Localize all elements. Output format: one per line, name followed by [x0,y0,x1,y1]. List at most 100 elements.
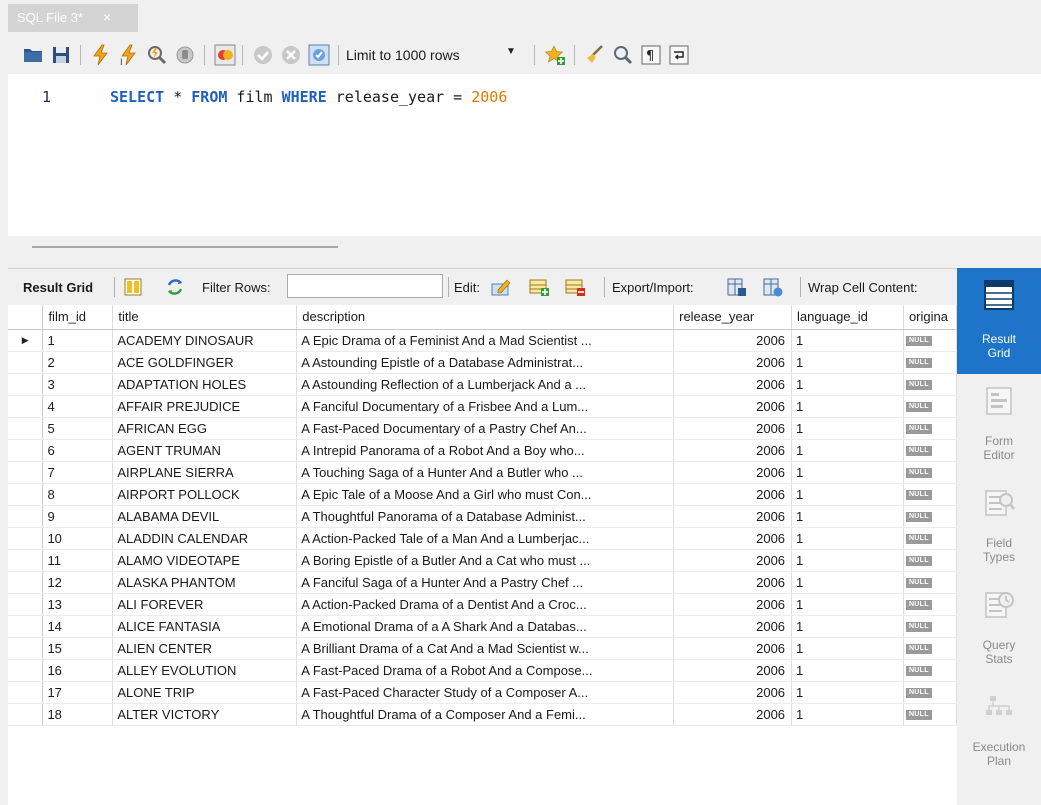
cell-original-language[interactable]: NULL [903,461,957,484]
column-header-film-id[interactable]: film_id [42,305,114,330]
insert-row-icon[interactable] [528,276,550,298]
cell-language-id[interactable]: 1 [791,461,904,484]
cell-language-id[interactable]: 1 [791,615,904,638]
cell-original-language[interactable]: NULL [903,439,957,462]
table-row[interactable]: 11 ALAMO VIDEOTAPE A Boring Epistle of a B… [8,549,957,572]
sql-editor[interactable]: 1 SELECT * FROM film WHERE release_year … [8,74,1041,236]
cell-film-id[interactable]: 6 [42,439,114,462]
column-header-description[interactable]: description [296,305,675,330]
result-grid-label[interactable]: Result Grid [23,280,93,295]
cell-release-year[interactable]: 2006 [673,681,793,704]
cell-film-id[interactable]: 7 [42,461,114,484]
explain-icon[interactable] [146,44,168,66]
cell-description[interactable]: A Emotional Drama of a A Shark And a Dat… [296,615,675,638]
side-query-stats-button[interactable]: Query Stats [957,578,1041,682]
cell-release-year[interactable]: 2006 [673,373,793,396]
cell-title[interactable]: ALIEN CENTER [112,637,298,660]
wrap-lines-icon[interactable] [668,44,690,66]
cell-film-id[interactable]: 10 [42,527,114,550]
cell-film-id[interactable]: 16 [42,659,114,682]
cell-language-id[interactable]: 1 [791,395,904,418]
side-field-types-button[interactable]: Field Types [957,476,1041,580]
cell-title[interactable]: ALTER VICTORY [112,703,298,726]
cell-original-language[interactable]: NULL [903,373,957,396]
cell-release-year[interactable]: 2006 [673,351,793,374]
cell-film-id[interactable]: 8 [42,483,114,506]
cell-title[interactable]: AGENT TRUMAN [112,439,298,462]
cell-language-id[interactable]: 1 [791,549,904,572]
column-header-release-year[interactable]: release_year [673,305,793,330]
tab-close-icon[interactable]: × [103,9,111,25]
cell-language-id[interactable]: 1 [791,659,904,682]
cell-film-id[interactable]: 14 [42,615,114,638]
cell-language-id[interactable]: 1 [791,571,904,594]
cell-original-language[interactable]: NULL [903,615,957,638]
execute-current-icon[interactable]: I [118,44,140,66]
autocommit-icon[interactable] [308,44,330,66]
result-grid[interactable]: film_id title description release_year l… [8,305,957,805]
cell-release-year[interactable]: 2006 [673,417,793,440]
cell-title[interactable]: ALONE TRIP [112,681,298,704]
column-header-title[interactable]: title [112,305,298,330]
cell-film-id[interactable]: 12 [42,571,114,594]
cell-language-id[interactable]: 1 [791,637,904,660]
table-row[interactable]: 4 AFFAIR PREJUDICE A Fanciful Documentary … [8,395,957,418]
cell-film-id[interactable]: 2 [42,351,114,374]
table-row[interactable]: 13 ALI FOREVER A Action-Packed Drama of a … [8,593,957,616]
cell-original-language[interactable]: NULL [903,329,957,352]
cell-original-language[interactable]: NULL [903,571,957,594]
cell-original-language[interactable]: NULL [903,681,957,704]
cell-title[interactable]: ADAPTATION HOLES [112,373,298,396]
cell-release-year[interactable]: 2006 [673,637,793,660]
cell-language-id[interactable]: 1 [791,593,904,616]
cell-release-year[interactable]: 2006 [673,571,793,594]
commit-icon[interactable] [252,44,274,66]
cell-description[interactable]: A Fast-Paced Drama of a Robot And a Comp… [296,659,675,682]
cell-language-id[interactable]: 1 [791,527,904,550]
cell-original-language[interactable]: NULL [903,659,957,682]
edit-row-icon[interactable] [490,276,512,298]
tab-sql-file[interactable]: SQL File 3* × [8,4,138,32]
cell-release-year[interactable]: 2006 [673,593,793,616]
cell-description[interactable]: A Thoughtful Drama of a Composer And a F… [296,703,675,726]
save-icon[interactable] [50,44,72,66]
add-snippet-icon[interactable] [544,44,566,66]
export-icon[interactable] [726,276,748,298]
open-folder-icon[interactable] [22,44,44,66]
cell-original-language[interactable]: NULL [903,395,957,418]
table-row[interactable]: 18 ALTER VICTORY A Thoughtful Drama of a C… [8,703,957,726]
cell-film-id[interactable]: 3 [42,373,114,396]
cell-language-id[interactable]: 1 [791,417,904,440]
cell-language-id[interactable]: 1 [791,351,904,374]
table-row[interactable]: 7 AIRPLANE SIERRA A Touching Saga of a Hun… [8,461,957,484]
cell-original-language[interactable]: NULL [903,703,957,726]
cell-release-year[interactable]: 2006 [673,329,793,352]
cell-title[interactable]: AFRICAN EGG [112,417,298,440]
cell-title[interactable]: AFFAIR PREJUDICE [112,395,298,418]
stop-icon[interactable] [174,44,196,66]
table-row[interactable]: 15 ALIEN CENTER A Brilliant Drama of a Cat… [8,637,957,660]
cell-film-id[interactable]: 9 [42,505,114,528]
cell-description[interactable]: A Epic Tale of a Moose And a Girl who mu… [296,483,675,506]
refresh-icon[interactable] [164,276,186,298]
table-row[interactable]: 10 ALADDIN CALENDAR A Action-Packed Tale o… [8,527,957,550]
cell-film-id[interactable]: 1 [42,329,114,352]
cell-title[interactable]: ALI FOREVER [112,593,298,616]
cell-title[interactable]: ALICE FANTASIA [112,615,298,638]
cell-title[interactable]: ALLEY EVOLUTION [112,659,298,682]
cell-title[interactable]: AIRPLANE SIERRA [112,461,298,484]
cell-release-year[interactable]: 2006 [673,483,793,506]
cell-release-year[interactable]: 2006 [673,461,793,484]
side-form-editor-button[interactable]: Form Editor [957,374,1041,478]
table-row[interactable]: 2 ACE GOLDFINGER A Astounding Epistle of a… [8,351,957,374]
cell-description[interactable]: A Touching Saga of a Hunter And a Butler… [296,461,675,484]
cell-release-year[interactable]: 2006 [673,659,793,682]
sql-query-line[interactable]: SELECT * FROM film WHERE release_year = … [110,88,507,106]
cell-language-id[interactable]: 1 [791,373,904,396]
cell-description[interactable]: A Brilliant Drama of a Cat And a Mad Sci… [296,637,675,660]
cell-description[interactable]: A Astounding Epistle of a Database Admin… [296,351,675,374]
cell-release-year[interactable]: 2006 [673,549,793,572]
toggle-error-icon[interactable] [214,44,236,66]
table-row[interactable]: 3 ADAPTATION HOLES A Astounding Reflection… [8,373,957,396]
cell-film-id[interactable]: 5 [42,417,114,440]
